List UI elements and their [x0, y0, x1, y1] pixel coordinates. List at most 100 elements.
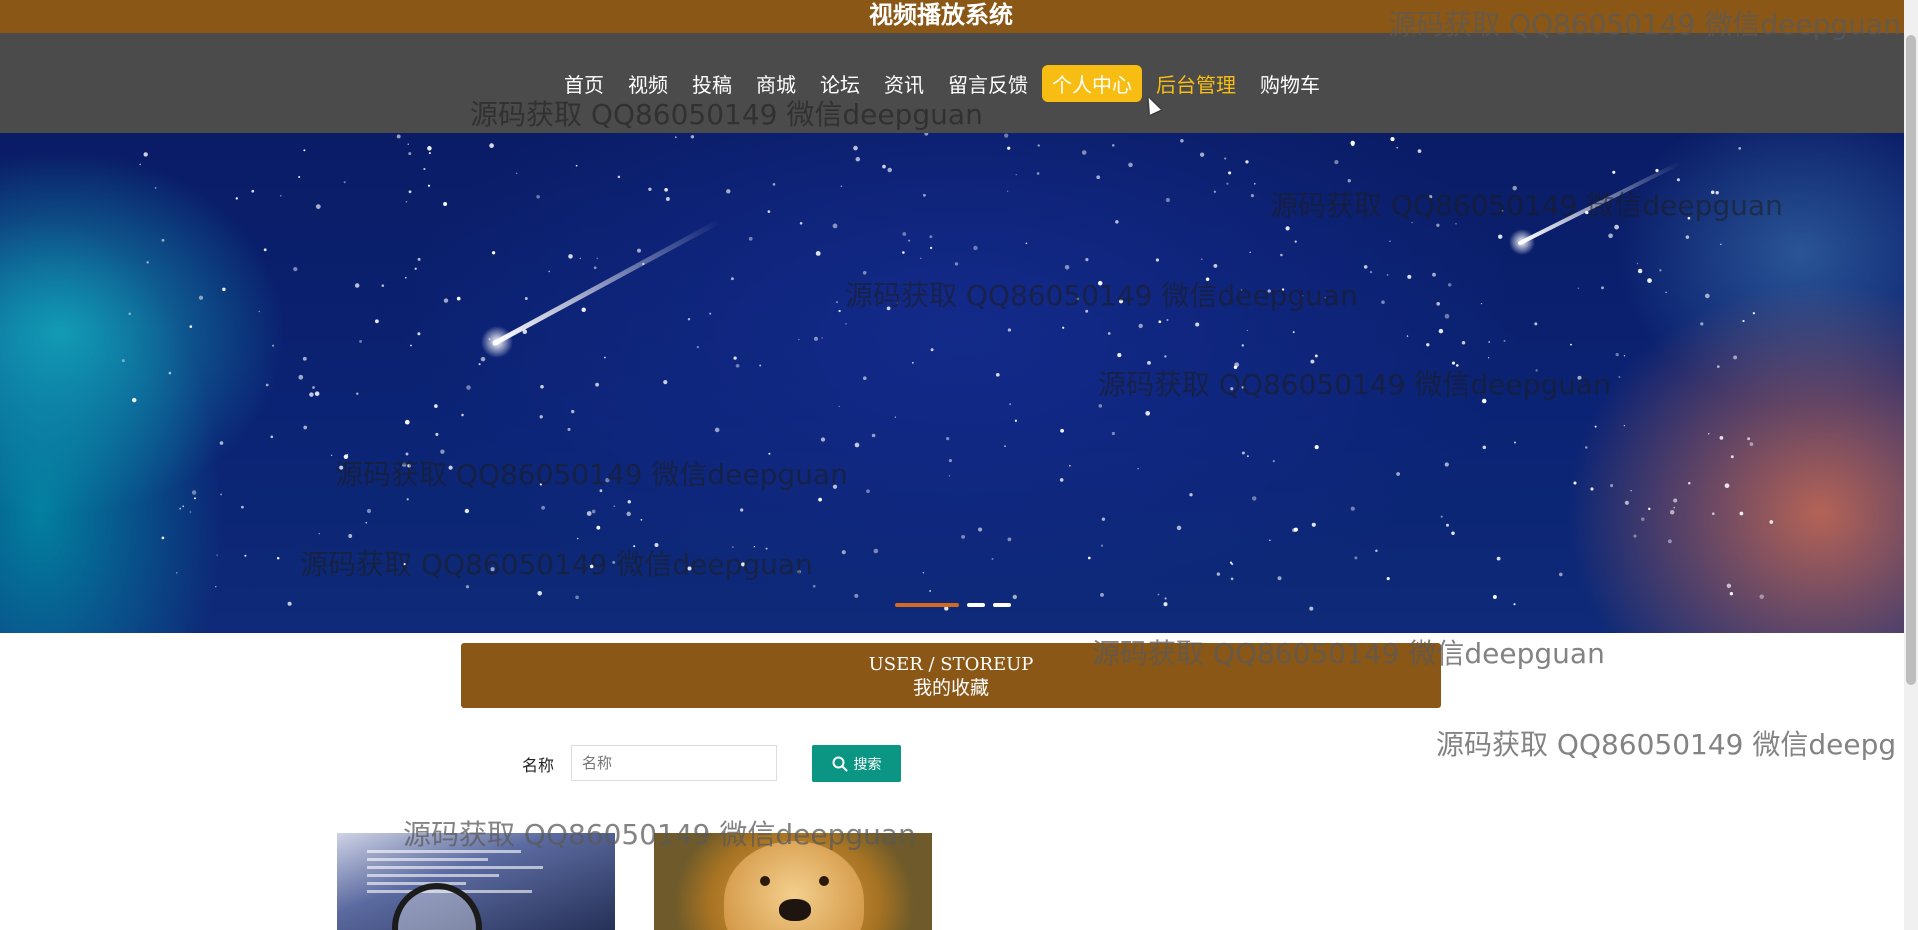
nav-item-shop[interactable]: 商城: [746, 65, 806, 102]
star: [1461, 341, 1466, 345]
star: [1351, 142, 1355, 147]
star: [1573, 481, 1577, 485]
star: [1128, 162, 1133, 168]
star: [1487, 357, 1490, 359]
star: [381, 284, 385, 287]
nav-item-home[interactable]: 首页: [554, 65, 614, 102]
star: [240, 505, 244, 509]
carousel-dot-3[interactable]: [993, 603, 1011, 607]
star: [1492, 595, 1497, 599]
star: [1347, 179, 1351, 183]
favorite-card-2[interactable]: [654, 833, 932, 930]
star: [596, 525, 601, 530]
star: [1406, 335, 1409, 337]
star: [648, 187, 652, 191]
search-label: 名称: [522, 756, 555, 775]
hero-banner[interactable]: [0, 133, 1904, 633]
star: [991, 557, 994, 560]
star: [396, 134, 401, 139]
nav-item-cart[interactable]: 购物车: [1250, 65, 1330, 102]
star: [1272, 460, 1275, 463]
star: [1381, 300, 1385, 304]
star: [1665, 291, 1667, 294]
star: [128, 312, 131, 316]
star: [605, 478, 610, 483]
star: [772, 183, 776, 186]
star: [1630, 490, 1632, 492]
star: [832, 223, 838, 229]
star: [401, 462, 407, 467]
star: [836, 301, 838, 303]
star: [687, 566, 692, 571]
star: [1426, 343, 1430, 347]
star: [365, 521, 368, 524]
star: [312, 386, 315, 389]
star: [191, 490, 197, 495]
star: [407, 464, 411, 468]
star: [1240, 289, 1243, 291]
star: [139, 163, 141, 166]
star: [287, 601, 292, 606]
star: [1667, 539, 1672, 544]
star: [1396, 472, 1400, 476]
nav-item-feedback[interactable]: 留言反馈: [938, 65, 1038, 102]
favorite-card-1[interactable]: [337, 833, 615, 930]
search-button[interactable]: 搜索: [812, 745, 901, 782]
star: [1444, 313, 1450, 319]
star: [627, 500, 632, 504]
star: [596, 257, 598, 259]
star: [410, 344, 412, 347]
star: [612, 560, 616, 564]
nav-item-user-center[interactable]: 个人中心: [1042, 64, 1142, 102]
star: [1138, 323, 1143, 329]
star: [435, 432, 439, 436]
star: [593, 266, 597, 270]
search-icon: [832, 756, 847, 771]
star: [198, 295, 204, 300]
star: [1081, 150, 1087, 155]
star: [406, 498, 409, 501]
star: [1163, 602, 1168, 607]
star: [765, 547, 768, 550]
star: [1118, 299, 1124, 304]
star: [1729, 592, 1734, 596]
star: [121, 359, 125, 363]
star: [568, 254, 573, 259]
star: [1111, 431, 1116, 436]
star: [1747, 437, 1751, 441]
scrollbar-thumb[interactable]: [1906, 35, 1916, 685]
star: [1009, 403, 1011, 405]
star: [1769, 520, 1774, 524]
star: [815, 251, 821, 256]
star: [626, 511, 631, 517]
carousel-dot-1[interactable]: [895, 603, 959, 607]
star: [154, 186, 157, 189]
search-input[interactable]: [571, 745, 777, 781]
star: [1608, 233, 1613, 239]
star: [740, 508, 744, 512]
star: [1004, 445, 1006, 448]
star: [1245, 160, 1249, 164]
star: [920, 257, 922, 259]
star: [303, 425, 308, 430]
nav-item-forum[interactable]: 论坛: [810, 65, 870, 102]
star: [696, 345, 700, 349]
star: [276, 557, 280, 560]
carousel-dot-2[interactable]: [967, 603, 985, 607]
nav-item-video[interactable]: 视频: [618, 65, 678, 102]
star: [1324, 297, 1327, 299]
star: [873, 548, 879, 554]
star: [1165, 197, 1171, 203]
star: [1436, 223, 1440, 227]
nav-item-submit[interactable]: 投稿: [682, 65, 742, 102]
star: [1733, 355, 1738, 360]
star: [1250, 193, 1255, 198]
nav-item-admin[interactable]: 后台管理: [1146, 65, 1246, 102]
star: [1648, 507, 1651, 511]
star: [687, 318, 691, 321]
nav-item-news[interactable]: 资讯: [874, 65, 934, 102]
star: [182, 505, 185, 508]
vertical-scrollbar[interactable]: [1904, 0, 1918, 930]
star: [1354, 556, 1358, 560]
star: [1064, 265, 1070, 270]
